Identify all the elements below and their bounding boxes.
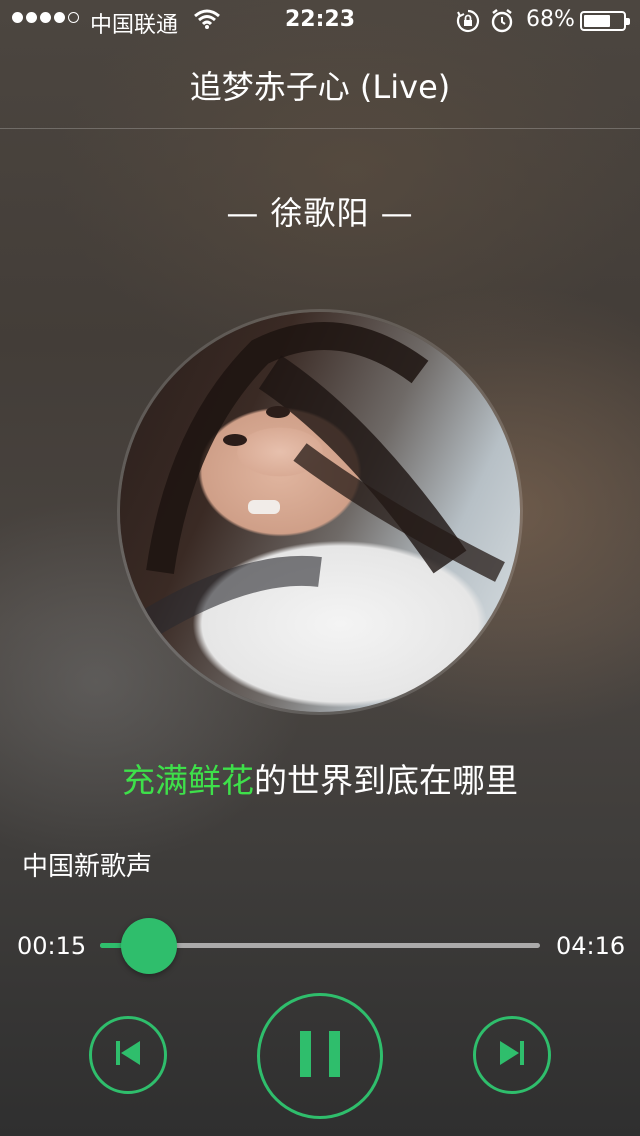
skip-previous-icon <box>113 1038 143 1072</box>
total-time: 04:16 <box>556 932 626 960</box>
skip-next-icon <box>497 1038 527 1072</box>
album-art <box>120 312 520 712</box>
pause-icon <box>298 1029 342 1083</box>
current-time: 00:15 <box>17 932 87 960</box>
lyric-highlight: 充满鲜花 <box>122 761 254 800</box>
progress-thumb[interactable] <box>121 918 178 974</box>
alarm-icon <box>490 8 514 40</box>
previous-button[interactable] <box>89 1016 167 1094</box>
song-title: 追梦赤子心 (Live) <box>189 68 451 106</box>
pause-button[interactable] <box>257 993 383 1119</box>
rotation-lock-icon <box>456 9 480 39</box>
next-button[interactable] <box>473 1016 551 1094</box>
lyric-rest: 的世界到底在哪里 <box>254 761 518 800</box>
current-lyric: 充满鲜花的世界到底在哪里 <box>0 754 640 802</box>
artist-name: — 徐歌阳 — <box>226 194 414 232</box>
battery-icon <box>580 11 630 31</box>
album-name: 中国新歌声 <box>22 852 153 882</box>
status-bar: 中国联通 22:23 68% <box>0 0 640 40</box>
battery-level <box>584 15 610 27</box>
divider <box>0 128 640 129</box>
battery-percent: 68% <box>526 7 575 32</box>
